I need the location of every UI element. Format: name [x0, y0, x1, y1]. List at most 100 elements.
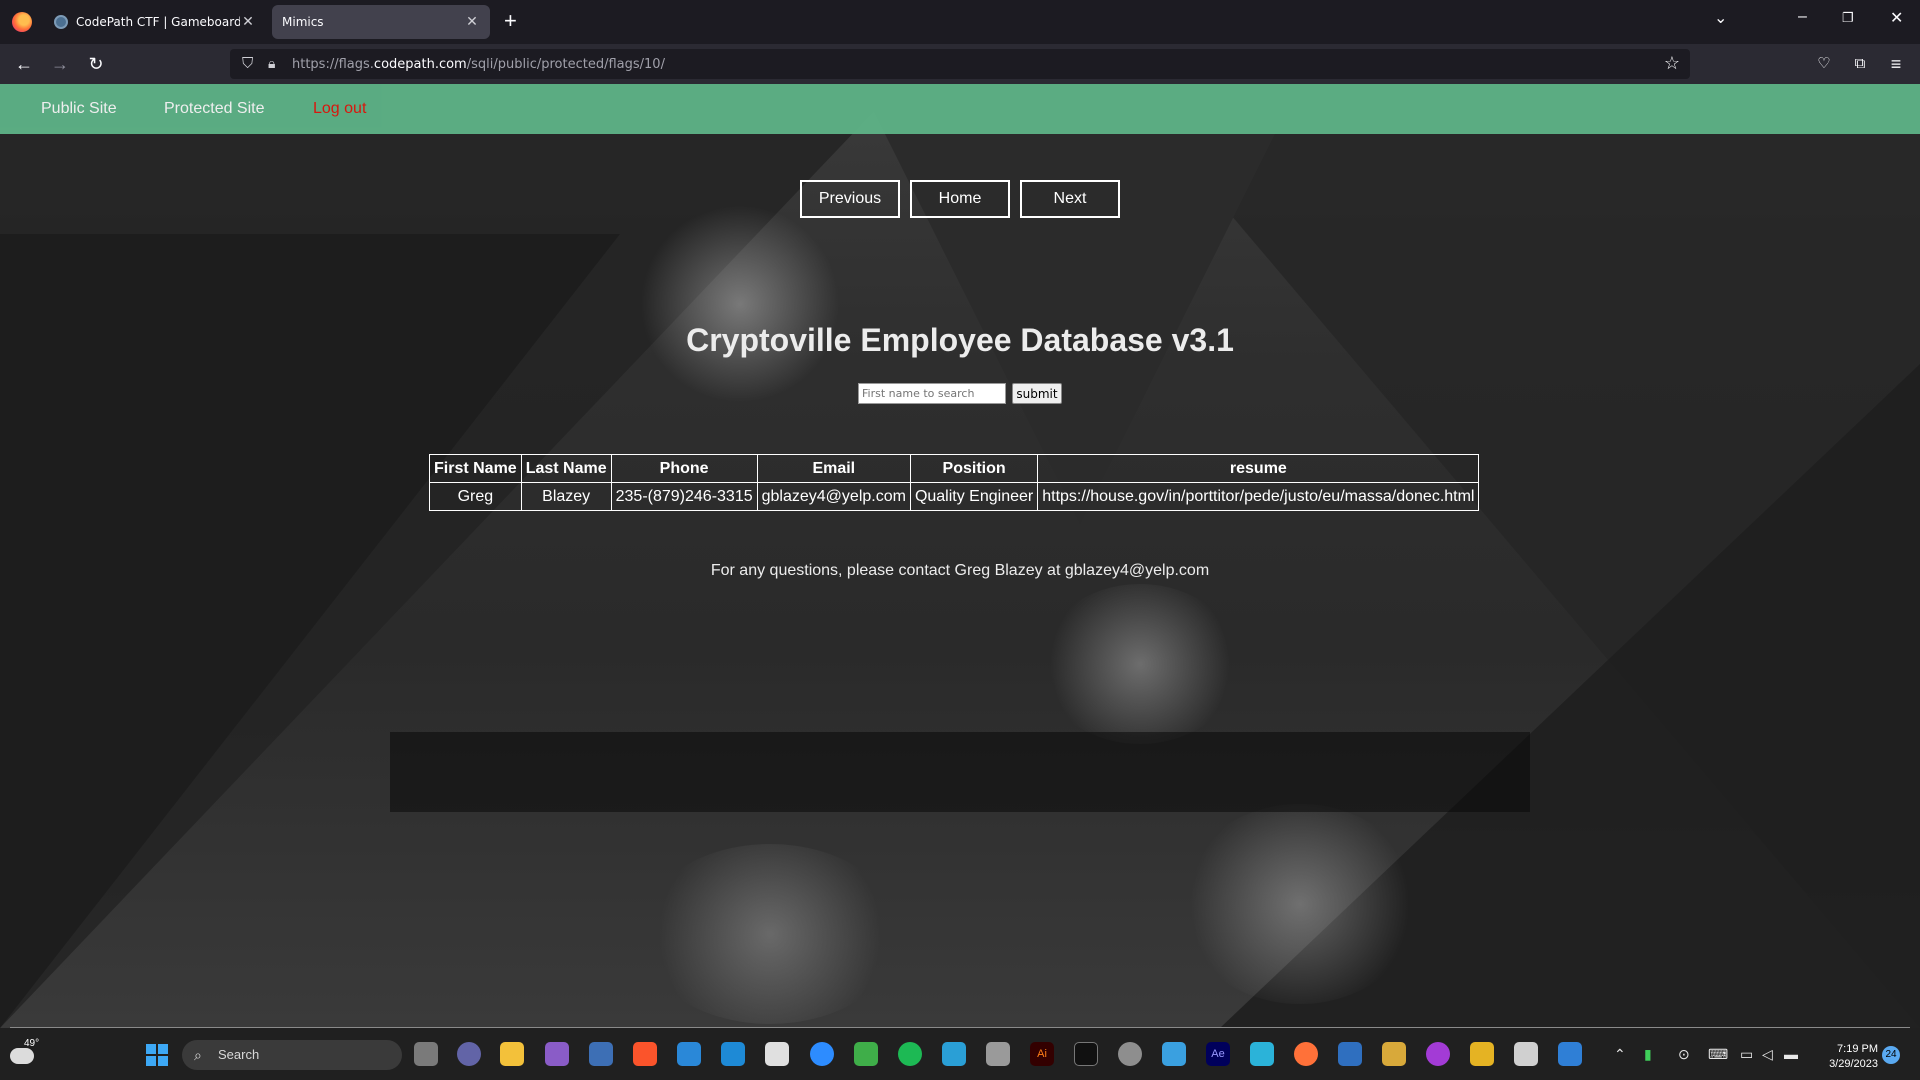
after-effects-icon[interactable]: Ae: [1206, 1042, 1230, 1066]
menu-icon[interactable]: ≡: [1884, 52, 1908, 76]
logout-link[interactable]: Log out: [313, 100, 366, 118]
tab-mimics[interactable]: Mimics ✕: [272, 5, 490, 39]
time: 7:19 PM: [1837, 1043, 1878, 1055]
column-header: Phone: [610, 454, 758, 483]
table-row: Greg Blazey 235-(879)246-3315 gblazey4@y…: [429, 482, 1480, 511]
column-header: resume: [1037, 454, 1480, 483]
bookmark-star-icon[interactable]: ☆: [1664, 53, 1680, 74]
reload-icon[interactable]: ↻: [84, 52, 108, 76]
app-icon[interactable]: [589, 1042, 613, 1066]
volume-icon[interactable]: ◁: [1762, 1046, 1773, 1063]
app-icon[interactable]: [898, 1042, 922, 1066]
site-navigation: Public Site Protected Site Log out: [0, 84, 1920, 134]
mail-icon[interactable]: [677, 1042, 701, 1066]
next-button[interactable]: Next: [1020, 180, 1120, 218]
page-title: Cryptoville Employee Database v3.1: [686, 322, 1234, 358]
network-icon[interactable]: ▭: [1740, 1046, 1753, 1063]
terminal-icon[interactable]: [1074, 1042, 1098, 1066]
cell-position: Quality Engineer: [909, 482, 1039, 511]
close-icon[interactable]: ✕: [240, 14, 256, 30]
file-explorer-icon[interactable]: [500, 1042, 524, 1066]
restore-icon[interactable]: ❐: [1842, 10, 1854, 26]
submit-button[interactable]: submit: [1012, 383, 1062, 404]
shield-icon[interactable]: ⛉: [242, 55, 253, 72]
column-header: Last Name: [520, 454, 612, 483]
clock[interactable]: 7:19 PM 3/29/2023: [1814, 1042, 1878, 1072]
app-icon[interactable]: [854, 1042, 878, 1066]
powershell-icon[interactable]: [1338, 1042, 1362, 1066]
close-window-icon[interactable]: ✕: [1890, 8, 1903, 28]
pocket-icon[interactable]: ♡: [1812, 52, 1836, 76]
app-icon[interactable]: [1558, 1042, 1582, 1066]
employee-table: First Name Last Name Phone Email Positio…: [429, 454, 1480, 511]
url-bar[interactable]: ⛉ 🔒︎ https://flags.codepath.com/sqli/pub…: [230, 49, 1690, 79]
browser-nav-bar: ← → ↻ ⛉ 🔒︎ https://flags.codepath.com/sq…: [0, 44, 1920, 84]
forward-icon[interactable]: →: [48, 52, 72, 76]
settings-icon[interactable]: [1118, 1042, 1142, 1066]
list-all-tabs-icon[interactable]: ⌄: [1714, 8, 1727, 28]
windows-taskbar: 49° ⌕ Search Ai Ae ⌃ ▮ ⊙ ⌨ ▭ ◁ ▬ 7:19 PM…: [0, 1028, 1920, 1080]
cell-phone: 235-(879)246-3315: [610, 482, 758, 511]
app-icon[interactable]: [1382, 1042, 1406, 1066]
cell-last-name: Blazey: [520, 482, 612, 511]
brave-icon[interactable]: [633, 1042, 657, 1066]
vscode-icon[interactable]: [721, 1042, 745, 1066]
home-button[interactable]: Home: [910, 180, 1010, 218]
chevron-up-icon[interactable]: ⌃: [1614, 1046, 1626, 1063]
visual-studio-icon[interactable]: [545, 1042, 569, 1066]
browser-tab-bar: CodePath CTF | Gameboard ✕ Mimics ✕ + ⌄ …: [0, 0, 1920, 44]
column-header: Email: [756, 454, 911, 483]
cell-first-name: Greg: [429, 482, 522, 511]
tab-codepath-gameboard[interactable]: CodePath CTF | Gameboard ✕: [44, 5, 266, 39]
table-header-row: First Name Last Name Phone Email Positio…: [429, 454, 1480, 483]
app-icon[interactable]: [1470, 1042, 1494, 1066]
vpn-icon[interactable]: ▮: [1644, 1046, 1652, 1063]
notification-badge[interactable]: 24: [1882, 1046, 1900, 1064]
app-icon[interactable]: [942, 1042, 966, 1066]
cell-resume: https://house.gov/in/porttitor/pede/just…: [1037, 482, 1480, 511]
taskbar-search[interactable]: ⌕ Search: [182, 1040, 402, 1070]
tab-title: CodePath CTF | Gameboard: [76, 15, 240, 29]
column-header: First Name: [429, 454, 522, 483]
temperature: 49°: [24, 1038, 40, 1049]
back-icon[interactable]: ←: [12, 52, 36, 76]
previous-button[interactable]: Previous: [800, 180, 900, 218]
search-icon: ⌕: [194, 1047, 202, 1063]
weather-widget[interactable]: 49°: [10, 1038, 39, 1064]
windows-start-icon[interactable]: [146, 1044, 168, 1066]
app-icon[interactable]: [1250, 1042, 1274, 1066]
url-text[interactable]: https://flags.codepath.com/sqli/public/p…: [292, 57, 665, 72]
tab-title: Mimics: [282, 15, 324, 29]
minimize-icon[interactable]: –: [1798, 8, 1807, 26]
illustrator-icon[interactable]: Ai: [1030, 1042, 1054, 1066]
contact-text: For any questions, please contact Greg B…: [710, 562, 1210, 579]
chat-icon[interactable]: [457, 1042, 481, 1066]
store-icon[interactable]: [765, 1042, 789, 1066]
cloud-icon: [10, 1048, 34, 1064]
new-tab-icon[interactable]: +: [504, 10, 517, 32]
task-view-icon[interactable]: [414, 1042, 438, 1066]
firefox-logo-icon[interactable]: [12, 12, 32, 32]
calculator-icon[interactable]: [986, 1042, 1010, 1066]
footer-band: [390, 732, 1530, 812]
column-header: Position: [909, 454, 1039, 483]
first-name-search-input[interactable]: [858, 383, 1006, 404]
firefox-icon[interactable]: [1294, 1042, 1318, 1066]
cell-email: gblazey4@yelp.com: [756, 482, 911, 511]
lock-icon[interactable]: 🔒︎: [268, 55, 275, 72]
globe-icon: [54, 15, 68, 29]
app-icon[interactable]: [1426, 1042, 1450, 1066]
taskbar-search-label: Search: [218, 1047, 260, 1062]
public-site-link[interactable]: Public Site: [41, 100, 117, 118]
keyboard-icon[interactable]: ⌨: [1708, 1046, 1728, 1063]
zoom-icon[interactable]: [810, 1042, 834, 1066]
microphone-icon[interactable]: ⊙: [1678, 1046, 1690, 1063]
notepad-icon[interactable]: [1162, 1042, 1186, 1066]
protected-site-link[interactable]: Protected Site: [164, 100, 265, 118]
web-page: Public Site Protected Site Log out Previ…: [0, 84, 1920, 1028]
close-icon[interactable]: ✕: [464, 14, 480, 30]
date: 3/29/2023: [1829, 1058, 1878, 1070]
battery-icon[interactable]: ▬: [1784, 1046, 1798, 1062]
extensions-icon[interactable]: ⧉: [1848, 52, 1872, 76]
remote-desktop-icon[interactable]: [1514, 1042, 1538, 1066]
